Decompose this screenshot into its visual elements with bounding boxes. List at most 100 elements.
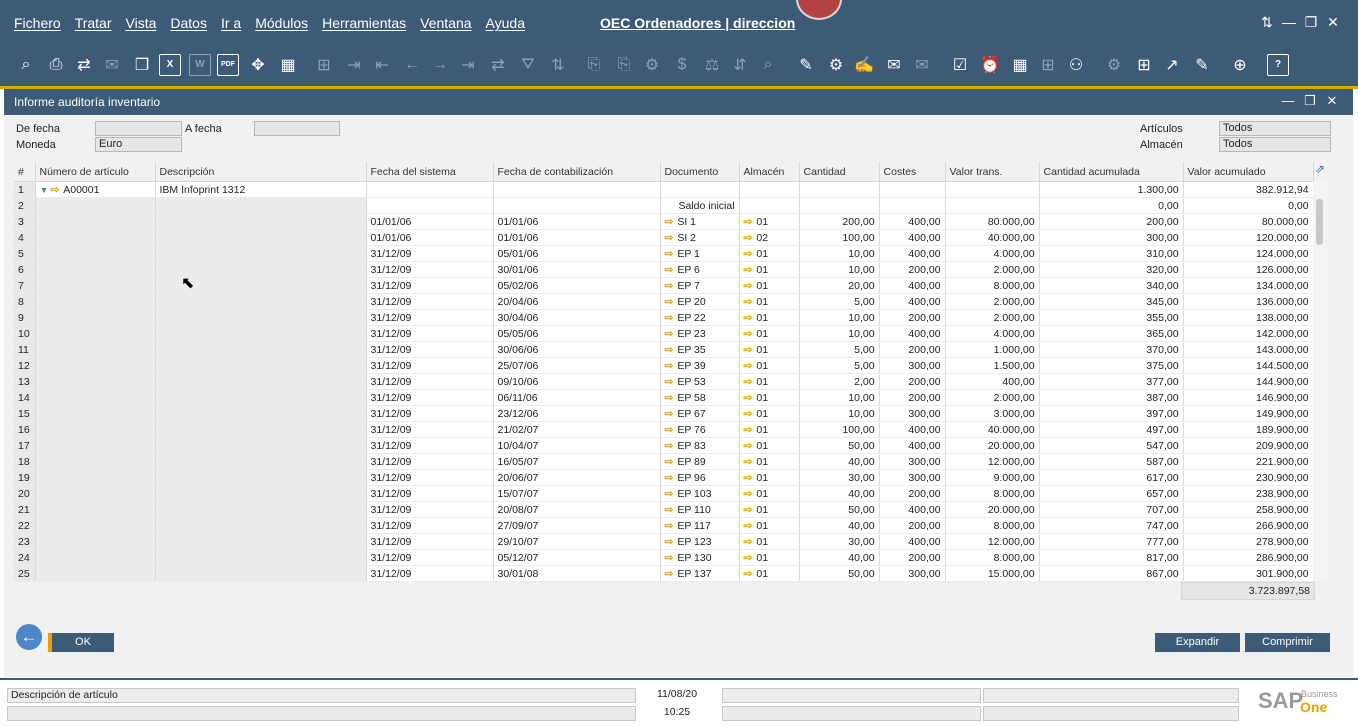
link-arrow-icon[interactable]: ⇨: [665, 504, 674, 516]
table-row[interactable]: 17 31/12/09 10/04/07 ⇨ EP 83 ⇨ 01 50,00 400,00 20…: [14, 437, 1314, 454]
menu-ayuda[interactable]: Ayuda: [486, 15, 525, 31]
table-row[interactable]: 15 31/12/09 23/12/06 ⇨ EP 67 ⇨ 01 10,00 300,00 3.…: [14, 405, 1314, 422]
document-cell[interactable]: ⇨ EP 96: [660, 469, 740, 486]
warehouse-cell[interactable]: ⇨ 01: [739, 389, 800, 406]
document-cell[interactable]: ⇨ EP 130: [660, 549, 740, 566]
warehouse-cell[interactable]: ⇨ 01: [739, 421, 800, 438]
link-arrow-icon[interactable]: ⇨: [665, 344, 674, 356]
collapse-button[interactable]: Comprimir: [1245, 633, 1330, 652]
link-arrow-icon[interactable]: ⇨: [744, 296, 753, 308]
menu-herramientas[interactable]: Herramientas: [322, 15, 406, 31]
excel-export-icon[interactable]: X: [158, 52, 182, 78]
email-icon[interactable]: ✉: [100, 52, 124, 78]
approval-icon[interactable]: ☑: [948, 52, 972, 78]
last-record-icon[interactable]: ⇥: [456, 52, 480, 78]
table-row[interactable]: 9 31/12/09 30/04/06 ⇨ EP 22 ⇨ 01 10,00 200,00 2.0…: [14, 309, 1314, 326]
menu-modulos[interactable]: Módulos: [255, 15, 308, 31]
col-header-quantity[interactable]: Cantidad: [799, 162, 880, 182]
document-cell[interactable]: ⇨ EP 1: [660, 245, 740, 262]
table-row[interactable]: 14 31/12/09 06/11/06 ⇨ EP 58 ⇨ 01 10,00 200,00 2.…: [14, 389, 1314, 406]
scrollbar-thumb[interactable]: [1316, 199, 1323, 245]
restore-icon[interactable]: ❐: [1300, 14, 1322, 31]
link-arrow-icon[interactable]: ⇨: [744, 312, 753, 324]
link-arrow-icon[interactable]: ⇨: [665, 360, 674, 372]
table-row[interactable]: 20 31/12/09 15/07/07 ⇨ EP 103 ⇨ 01 40,00 200,00 8…: [14, 485, 1314, 502]
warehouse-cell[interactable]: ⇨ 01: [739, 437, 800, 454]
next-record-icon[interactable]: →: [428, 52, 452, 78]
link-arrow-icon[interactable]: ⇨: [744, 264, 753, 276]
link-arrow-icon[interactable]: ⇨: [744, 280, 753, 292]
collapse-triangle-icon[interactable]: ▼: [40, 185, 49, 195]
link-arrow-icon[interactable]: ⇨: [744, 488, 753, 500]
col-header-num[interactable]: #: [14, 162, 36, 182]
grid-vertical-scrollbar[interactable]: [1313, 181, 1327, 581]
target-document-icon[interactable]: ⎘: [612, 52, 636, 78]
document-cell[interactable]: ⇨ EP 117: [660, 517, 740, 534]
table-row[interactable]: 22 31/12/09 27/09/07 ⇨ EP 117 ⇨ 01 40,00 200,00 8…: [14, 517, 1314, 534]
close-icon[interactable]: ✕: [1322, 14, 1344, 31]
export-value-icon[interactable]: ↗: [1160, 52, 1184, 78]
document-cell[interactable]: ⇨ EP 76: [660, 421, 740, 438]
warehouse-cell[interactable]: ⇨ 01: [739, 565, 800, 582]
document-cell[interactable]: ⇨ EP 6: [660, 261, 740, 278]
table-row[interactable]: 19 31/12/09 20/06/07 ⇨ EP 96 ⇨ 01 30,00 300,00 9.…: [14, 469, 1314, 486]
menu-ir-a[interactable]: Ir a: [221, 15, 241, 31]
link-arrow-icon[interactable]: ⇨: [665, 424, 674, 436]
table-row[interactable]: 11 31/12/09 30/06/06 ⇨ EP 35 ⇨ 01 5,00 200,00 1.0…: [14, 341, 1314, 358]
link-arrow-icon[interactable]: ⇨: [744, 552, 753, 564]
menu-ventana[interactable]: Ventana: [420, 15, 471, 31]
table-row[interactable]: 25 31/12/09 30/01/08 ⇨ EP 137 ⇨ 01 50,00 300,00 1…: [14, 565, 1314, 582]
articulos-field[interactable]: Todos: [1219, 121, 1331, 136]
sort-icon[interactable]: ⇅: [546, 52, 570, 78]
link-arrow-icon[interactable]: ⇨: [665, 520, 674, 532]
copy-icon[interactable]: ❐: [130, 52, 154, 78]
warehouse-cell[interactable]: ⇨ 01: [739, 213, 800, 230]
link-arrow-icon[interactable]: ⇨: [744, 536, 753, 548]
table-row[interactable]: 18 31/12/09 16/05/07 ⇨ EP 89 ⇨ 01 40,00 300,00 12…: [14, 453, 1314, 470]
link-arrow-icon[interactable]: ⇨: [744, 440, 753, 452]
form-config-icon[interactable]: ⚙: [824, 52, 848, 78]
document-cell[interactable]: ⇨ EP 22: [660, 309, 740, 326]
print-icon[interactable]: ⎙: [44, 52, 68, 78]
document-cell[interactable]: ⇨ EP 58: [660, 389, 740, 406]
warehouse-cell[interactable]: ⇨ 01: [739, 325, 800, 342]
link-arrow-icon[interactable]: ⇨: [744, 328, 753, 340]
link-arrow-icon[interactable]: ⇨: [665, 328, 674, 340]
table-row[interactable]: 24 31/12/09 05/12/07 ⇨ EP 130 ⇨ 01 40,00 200,00 8…: [14, 549, 1314, 566]
warehouse-cell[interactable]: ⇨ 02: [739, 229, 800, 246]
user-icon[interactable]: ⚇: [1064, 52, 1088, 78]
warehouse-cell[interactable]: ⇨ 01: [739, 357, 800, 374]
link-arrow-icon[interactable]: ⇨: [665, 536, 674, 548]
document-cell[interactable]: ⇨ EP 89: [660, 453, 740, 470]
table-row[interactable]: 10 31/12/09 05/05/06 ⇨ EP 23 ⇨ 01 10,00 400,00 4.…: [14, 325, 1314, 342]
menu-datos[interactable]: Datos: [170, 15, 207, 31]
payment-icon[interactable]: $: [670, 52, 694, 78]
base-document-icon[interactable]: ⎘: [582, 52, 606, 78]
table-row[interactable]: 21 31/12/09 20/08/07 ⇨ EP 110 ⇨ 01 50,00 400,00 2…: [14, 501, 1314, 518]
warehouse-cell[interactable]: ⇨ 01: [739, 549, 800, 566]
link-arrow-icon[interactable]: ⇨: [665, 456, 674, 468]
col-header-costs[interactable]: Costes: [879, 162, 946, 182]
col-header-system-date[interactable]: Fecha del sistema: [366, 162, 494, 182]
table-row[interactable]: 4 01/01/06 01/01/06 ⇨ SI 2 ⇨ 02 100,00 400,00 40.…: [14, 229, 1314, 246]
warehouse-cell[interactable]: ⇨ 01: [739, 373, 800, 390]
link-arrow-icon[interactable]: ⇨: [744, 520, 753, 532]
ok-button[interactable]: OK: [52, 633, 114, 652]
menu-vista[interactable]: Vista: [126, 15, 157, 31]
table-row[interactable]: 12 31/12/09 25/07/06 ⇨ EP 39 ⇨ 01 5,00 300,00 1.5…: [14, 357, 1314, 374]
warehouse-cell[interactable]: ⇨ 01: [739, 277, 800, 294]
link-arrow-icon[interactable]: ⇨: [665, 296, 674, 308]
link-arrow-icon[interactable]: ⇨: [665, 248, 674, 260]
link-arrow-icon[interactable]: ⇨: [665, 216, 674, 228]
form-minimize-icon[interactable]: —: [1277, 93, 1299, 109]
document-cell[interactable]: ⇨ EP 67: [660, 405, 740, 422]
warehouse-cell[interactable]: ⇨ 01: [739, 469, 800, 486]
almacen-field[interactable]: Todos: [1219, 137, 1331, 152]
link-arrow-icon[interactable]: ⇨: [744, 408, 753, 420]
document-cell[interactable]: ⇨ EP 123: [660, 533, 740, 550]
binoculars-icon[interactable]: ⊞: [312, 52, 336, 78]
add-record-icon[interactable]: ⇥: [342, 52, 366, 78]
document-cell[interactable]: ⇨ EP 20: [660, 293, 740, 310]
table-row[interactable]: 6 31/12/09 30/01/06 ⇨ EP 6 ⇨ 01 10,00 200,00 2.00…: [14, 261, 1314, 278]
document-cell[interactable]: ⇨ SI 2: [660, 229, 740, 246]
